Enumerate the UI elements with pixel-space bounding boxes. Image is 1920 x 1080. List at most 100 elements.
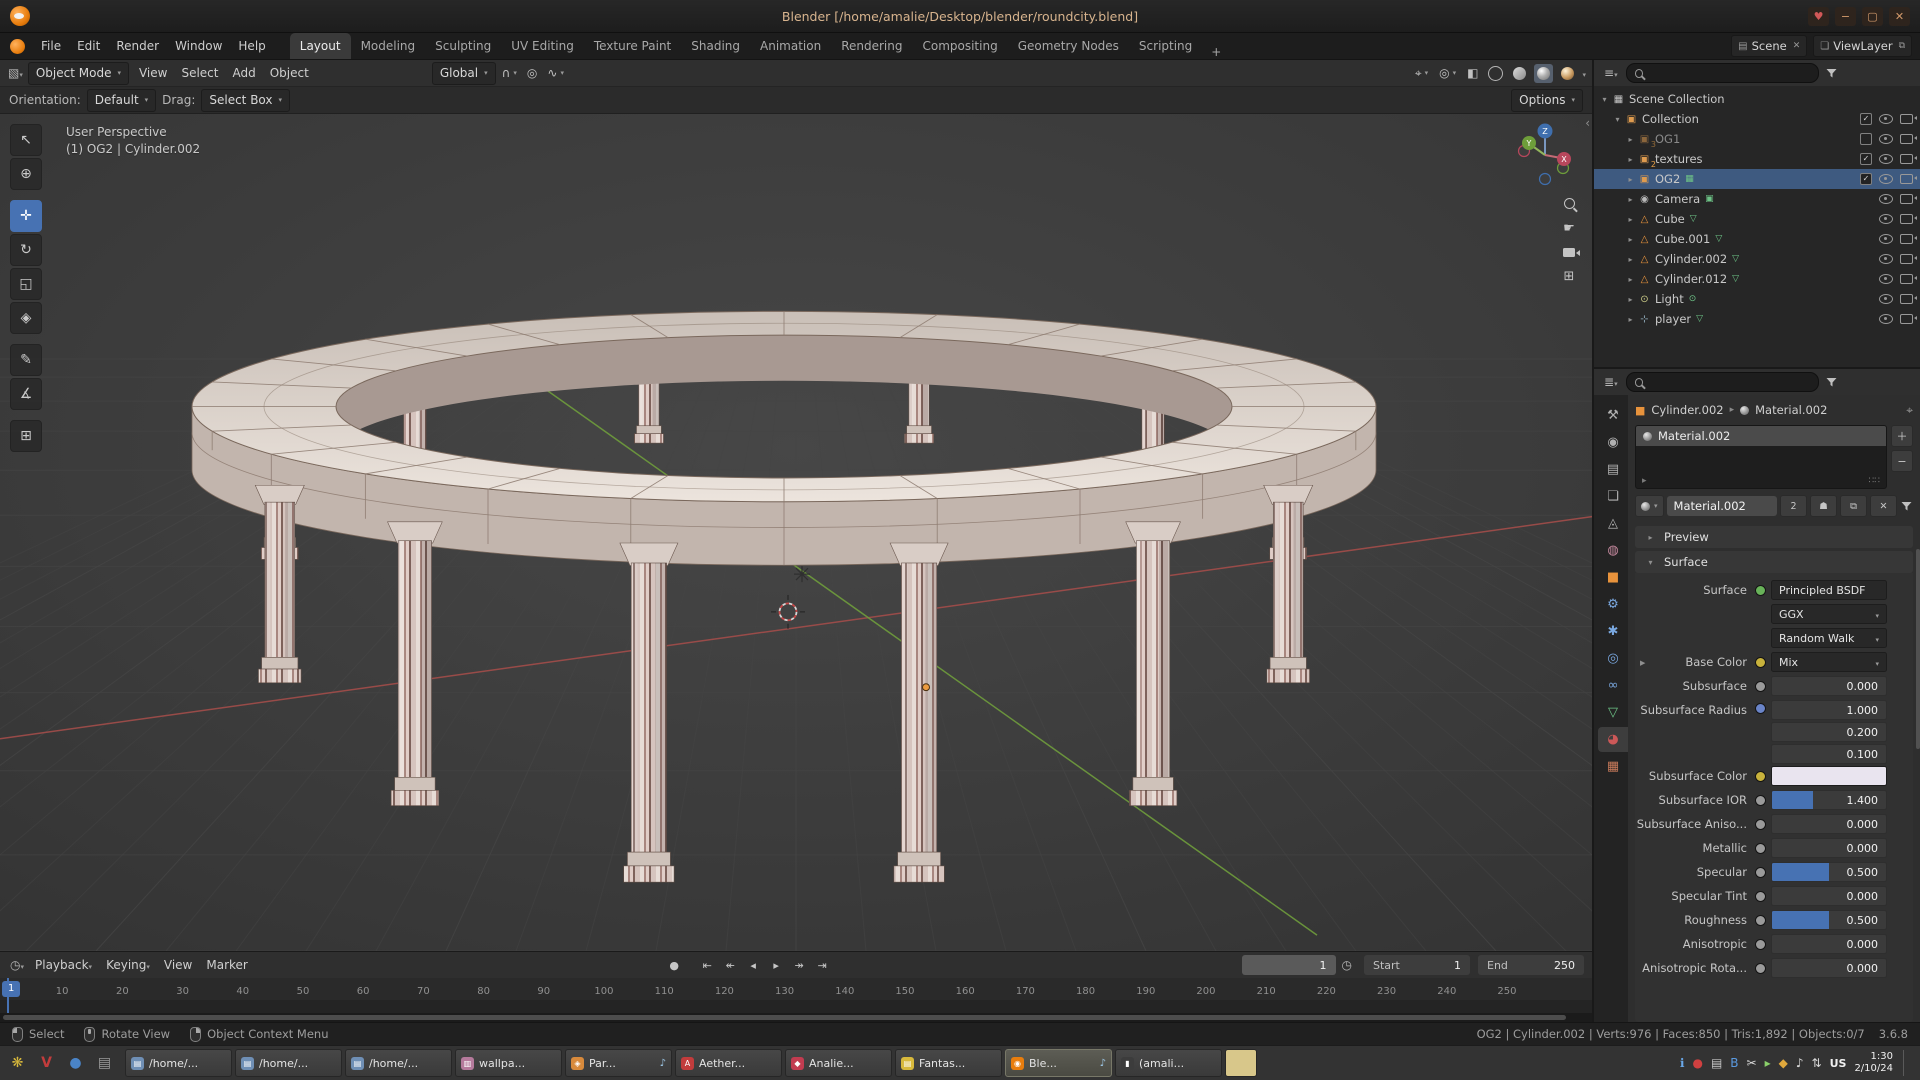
pin-icon[interactable]: ⌖ [1906,403,1913,418]
scale-tool[interactable]: ◱ [10,268,42,300]
camera-view-icon[interactable] [1563,248,1575,257]
menu-render[interactable]: Render [108,33,167,59]
properties-tab-material[interactable]: ◕ [1598,727,1628,752]
hide-in-viewport-icon[interactable] [1879,294,1893,304]
menu-window[interactable]: Window [167,33,230,59]
blender-menu-icon[interactable] [10,39,25,54]
taskbar-window-fantas[interactable]: ▤Fantas... [895,1049,1002,1077]
filter-icon[interactable] [1825,67,1838,79]
dropdown-mix[interactable]: Mix [1771,652,1887,672]
move-tool[interactable]: ✛ [10,200,42,232]
outliner-row-light[interactable]: ▸⊙Light⊙ [1594,289,1920,309]
launcher-v-app-button[interactable]: V [33,1050,60,1077]
dropdown-principled-bsdf[interactable]: Principled BSDF [1771,580,1887,600]
hide-in-viewport-icon[interactable] [1879,254,1893,264]
start-menu-button[interactable]: ❋ [4,1050,31,1077]
add-cube-tool[interactable]: ⊞ [10,420,42,452]
properties-tab-render[interactable]: ◉ [1598,430,1628,455]
menu-help[interactable]: Help [230,33,273,59]
hide-in-viewport-icon[interactable] [1879,274,1893,284]
disable-in-renders-icon[interactable] [1900,254,1913,264]
properties-tab-tool[interactable]: ⚒ [1598,403,1628,428]
viewport-3d[interactable]: User Perspective (1) OG2 | Cylinder.002 … [0,114,1592,951]
properties-tab-scene[interactable]: ◬ [1598,511,1628,536]
resize-grip-icon[interactable]: ∷∷ [1869,476,1880,486]
workspace-tab-rendering[interactable]: Rendering [831,33,912,59]
hide-in-viewport-icon[interactable] [1879,154,1893,164]
browse-material-button[interactable] [1635,495,1664,517]
breadcrumb-object[interactable]: Cylinder.002 [1651,403,1723,417]
shading-dropdown-icon[interactable] [1582,66,1586,80]
hide-in-viewport-icon[interactable] [1879,194,1893,204]
workspace-tab-uv-editing[interactable]: UV Editing [501,33,584,59]
play-button[interactable]: ▸ [766,955,787,975]
show-desktop-button[interactable] [1903,1050,1910,1076]
hide-in-viewport-icon[interactable] [1879,234,1893,244]
breadcrumb-material[interactable]: Material.002 [1755,403,1827,417]
outliner-row-cube-001[interactable]: ▸△Cube.001▽ [1594,229,1920,249]
workspace-tab-compositing[interactable]: Compositing [912,33,1007,59]
orientation-dropdown[interactable]: Default [87,89,156,112]
launcher-browser-button[interactable]: ● [62,1050,89,1077]
unlink-material-icon[interactable]: ✕ [1870,495,1897,517]
tray-play-icon[interactable]: ▸ [1765,1056,1771,1070]
color-swatch-subsurface-color[interactable] [1771,766,1887,786]
outliner-search-input[interactable] [1649,66,1810,81]
material-slot-list[interactable]: Material.002 ▸ ∷∷ [1635,425,1887,489]
menu-edit[interactable]: Edit [69,33,108,59]
slider-subsurface[interactable]: 0.000 [1771,676,1887,696]
hide-in-viewport-icon[interactable] [1879,214,1893,224]
properties-tab-world[interactable]: ◍ [1598,538,1628,563]
shading-wireframe-icon[interactable] [1486,64,1505,83]
workspace-tab-modeling[interactable]: Modeling [351,33,426,59]
slider-subsurface-ior[interactable]: 1.400 [1771,790,1887,810]
taskbar-window-home[interactable]: ▤/home/... [235,1049,342,1077]
jump-to-prev-keyframe-button[interactable]: ↞ [720,955,741,975]
frame-start-field[interactable]: Start1 [1364,955,1470,975]
disable-in-renders-icon[interactable] [1900,314,1913,324]
slider-specular-tint[interactable]: 0.000 [1771,886,1887,906]
outliner-row-textures[interactable]: ▸▣2textures✓ [1594,149,1920,169]
tray-screenshot-icon[interactable]: ✂ [1747,1056,1757,1070]
falloff-icon[interactable]: ∿ [544,66,567,80]
disable-in-renders-icon[interactable] [1900,274,1913,284]
hide-in-viewport-icon[interactable] [1879,174,1893,184]
taskbar-window-home[interactable]: ▤/home/... [345,1049,452,1077]
outliner-editor-icon[interactable]: ≡ [1602,66,1620,80]
workspace-tab-shading[interactable]: Shading [681,33,750,59]
viewport-3d-scene[interactable] [0,114,1592,951]
color-swatch-window[interactable] [1225,1049,1257,1077]
value-field-subsurface-radius[interactable]: 1.000 [1771,700,1887,720]
slider-specular[interactable]: 0.500 [1771,862,1887,882]
slider-anisotropic[interactable]: 0.000 [1771,934,1887,954]
properties-editor-icon[interactable]: ≣ [1602,375,1620,389]
transform-orientation-dropdown[interactable]: Global [432,62,496,85]
launcher-files-button[interactable]: ▤ [91,1050,118,1077]
keyboard-layout-indicator[interactable]: US [1830,1057,1847,1070]
slider-subsurface-aniso[interactable]: 0.000 [1771,814,1887,834]
viewport-menu-object[interactable]: Object [263,66,316,80]
annotate-tool[interactable]: ✎ [10,344,42,376]
timeline-scrollbar-handle[interactable] [3,1015,1566,1020]
slider-anisotropic-rota[interactable]: 0.000 [1771,958,1887,978]
taskbar-window-analie[interactable]: ◆Analie... [785,1049,892,1077]
properties-tab-modifiers[interactable]: ⚙ [1598,592,1628,617]
menu-file[interactable]: File [33,33,69,59]
viewport-menu-select[interactable]: Select [174,66,225,80]
disable-in-renders-icon[interactable] [1900,174,1913,184]
outliner-row-og2[interactable]: ▸▣OG2▦✓ [1594,169,1920,189]
zoom-icon[interactable] [1564,198,1575,209]
taskbar-window-ble[interactable]: ◉Ble...♪ [1005,1049,1112,1077]
workspace-tab-sculpting[interactable]: Sculpting [425,33,501,59]
editor-type-icon[interactable]: ▧ [6,66,25,80]
jump-to-end-button[interactable]: ⇥ [812,955,833,975]
outliner-search[interactable] [1626,63,1819,83]
view-layer-selector[interactable]: ❏ ViewLayer ⧉ [1813,35,1912,57]
disable-in-renders-icon[interactable] [1900,294,1913,304]
cursor-tool[interactable]: ⊕ [10,158,42,190]
material-name-field[interactable]: Material.002 [1667,496,1777,516]
tray-network-icon[interactable]: ⇅ [1812,1056,1822,1070]
viewport-menu-view[interactable]: View [132,66,174,80]
favorite-icon[interactable]: ♥ [1808,7,1829,26]
workspace-tab-animation[interactable]: Animation [750,33,831,59]
